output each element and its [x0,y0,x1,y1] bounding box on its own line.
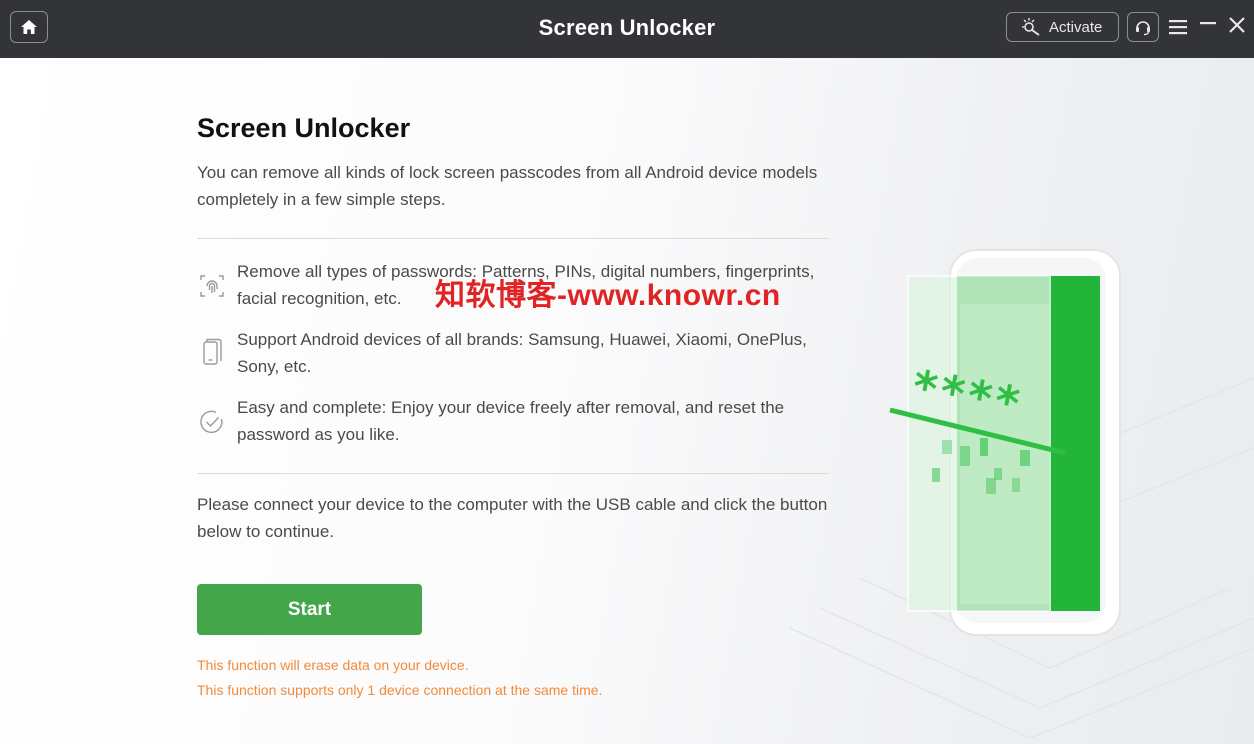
title-bar: Screen Unlocker Activate [0,0,1254,58]
feature-text: Easy and complete: Enjoy your device fre… [237,398,785,444]
watermark: 知软博客-www.knowr.cn [435,279,781,312]
start-button[interactable]: Start [197,584,422,635]
divider-top [197,238,829,239]
checkmark-circle-icon [197,407,227,437]
menu-icon[interactable] [1168,18,1188,36]
feature-text: Support Android devices of all brands: S… [237,330,807,376]
headset-icon [1136,21,1150,36]
divider-bottom [197,473,829,474]
page-title: Screen Unlocker [197,113,411,143]
fingerprint-icon [197,271,227,301]
warning-text: This function supports only 1 device con… [197,682,603,698]
page-subtitle: You can remove all kinds of lock screen … [197,163,818,209]
main-content: **** Screen Unlocker You can remove all … [0,58,1254,744]
activate-button[interactable]: Activate [1006,12,1119,42]
activate-label: Activate [1049,18,1103,36]
support-button[interactable] [1127,12,1159,42]
connect-instruction: Please connect your device to the comput… [197,495,828,541]
phones-icon [197,338,227,368]
minimize-icon[interactable] [1199,16,1217,34]
warning-text: This function will erase data on your de… [197,657,469,673]
key-icon [1022,18,1040,36]
phone-unlock-illustration: **** [789,249,1254,739]
close-icon[interactable] [1227,15,1247,35]
